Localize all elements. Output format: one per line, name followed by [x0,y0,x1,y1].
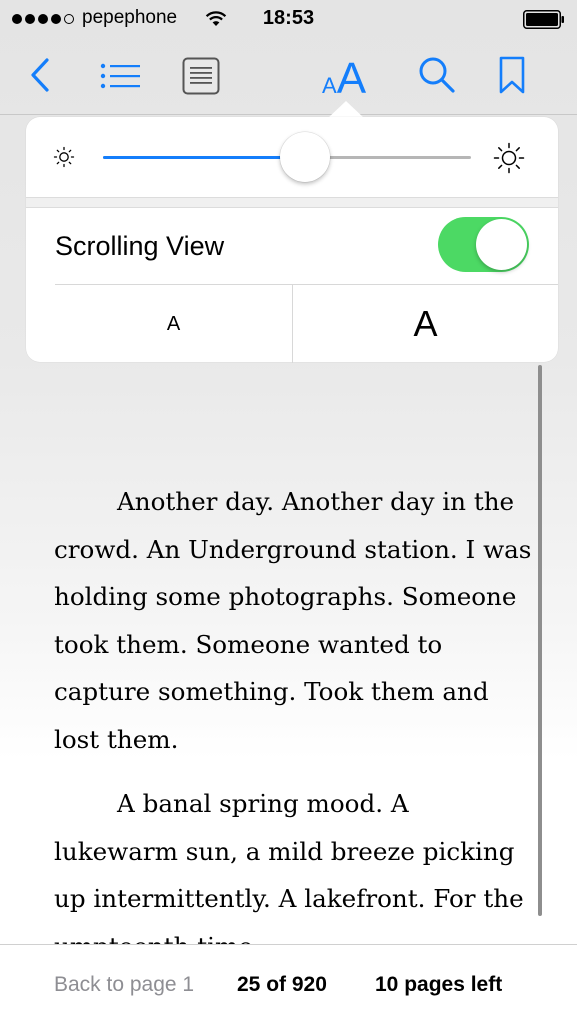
bookmark-icon [499,56,525,94]
decrease-font-button[interactable]: A [55,285,293,363]
increase-font-button[interactable]: A [293,285,558,363]
brightness-slider-knob[interactable] [280,132,331,182]
popover-arrow [328,101,364,118]
search-button[interactable] [414,52,460,98]
font-size-row: A A [55,284,558,363]
font-size-icon-large-a: A [336,54,367,103]
font-size-icon-small-a: A [322,73,337,98]
brightness-row [26,117,558,197]
pages-left: 10 pages left [375,973,503,996]
bookmark-button[interactable] [490,52,534,98]
reader-footer: Back to page 1 25 of 920 10 pages left [0,944,577,1025]
clock: 18:53 [262,7,315,29]
brightness-low-icon [53,146,75,168]
scrolling-view-label: Scrolling View [55,231,225,261]
library-icon [182,57,220,95]
back-to-page-link[interactable]: Back to page 1 [54,973,194,997]
book-paragraph: A banal spring mood. A lukewarm sun, a m… [54,789,524,944]
scrolling-view-toggle[interactable] [438,217,529,272]
back-button[interactable] [20,52,60,98]
toggle-knob [476,219,527,270]
back-chevron-icon [31,58,49,92]
page-count: 25 of 920 [237,973,327,996]
battery-icon [523,10,564,29]
reader-toolbar [0,40,577,115]
table-of-contents-icon [100,63,140,89]
book-paragraph: Another day. Another day in the crowd. A… [54,487,532,754]
status-bar: pepephone 18:53 [0,0,577,40]
scroll-indicator[interactable] [538,365,542,916]
display-settings-popover: Scrolling View A A [26,117,558,363]
scrolling-view-row: Scrolling View [26,207,558,284]
brightness-slider-fill [103,156,306,159]
book-page-content: Another day. Another day in the crowd. A… [54,478,536,944]
library-button[interactable] [176,52,226,100]
search-icon [419,57,455,93]
brightness-high-icon [493,142,525,174]
font-settings-button[interactable]: AA [322,54,366,104]
table-of-contents-button[interactable] [96,54,144,98]
